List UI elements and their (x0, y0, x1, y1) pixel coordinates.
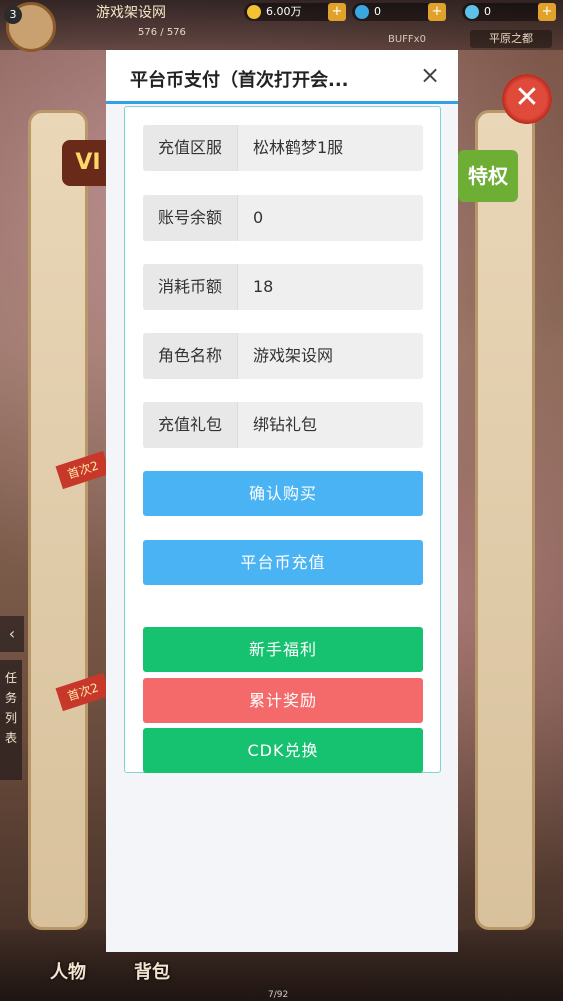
task-list-tab[interactable]: 任务列表 (0, 660, 22, 780)
dialog-title: 平台币支付（首次打开会... (130, 70, 349, 91)
platform-recharge-button[interactable]: 平台币充值 (143, 540, 423, 585)
payment-dialog: 平台币支付（首次打开会... × 充值区服 松林鹤梦1服 账号余额 0 消耗币额… (106, 50, 458, 952)
left-frame-decoration (28, 110, 88, 930)
field-value: 松林鹤梦1服 (253, 138, 344, 157)
side-arrow-icon[interactable]: ‹ (0, 616, 24, 652)
field-label: 账号余额 (143, 195, 238, 241)
privilege-button[interactable]: 特权 (458, 150, 518, 202)
page-indicator: 7/92 (268, 990, 289, 1000)
field-balance: 账号余额 0 (143, 195, 423, 241)
field-label: 充值礼包 (143, 402, 238, 448)
gold-currency: 6.00万 + (244, 3, 346, 21)
dialog-header: 平台币支付（首次打开会... × (106, 50, 458, 104)
player-name: 游戏架设网 (96, 5, 166, 21)
field-label: 消耗币额 (143, 264, 238, 310)
diamond-currency: 0 + (352, 3, 446, 21)
buff-indicator[interactable]: BUFFx0 (388, 34, 426, 45)
game-close-icon[interactable]: ✕ (502, 74, 552, 124)
player-hp: 576 / 576 (138, 27, 186, 38)
field-value: 游戏架设网 (253, 346, 334, 365)
field-value: 18 (253, 277, 274, 296)
bottom-tab-bag[interactable]: 背包 (134, 958, 170, 984)
diamond-icon (355, 5, 369, 19)
top-hud: 3 游戏架设网 576 / 576 6.00万 + 0 + 0 + BUFFx0… (0, 0, 563, 52)
zone-name: 平原之都 (470, 30, 552, 48)
field-value: 绑钻礼包 (253, 415, 318, 434)
field-value: 0 (253, 208, 264, 227)
close-icon[interactable]: × (416, 60, 444, 90)
bind-diamond-icon (465, 5, 479, 19)
right-frame-decoration (475, 110, 535, 930)
add-diamond-button[interactable]: + (428, 3, 446, 21)
field-role-name: 角色名称 游戏架设网 (143, 333, 423, 379)
add-bind-diamond-button[interactable]: + (538, 3, 556, 21)
field-cost: 消耗币额 18 (143, 264, 423, 310)
bottom-tab-character[interactable]: 人物 (50, 958, 86, 984)
newbie-benefits-button[interactable]: 新手福利 (143, 627, 423, 672)
bind-diamond-currency: 0 + (462, 3, 556, 21)
confirm-purchase-button[interactable]: 确认购买 (143, 471, 423, 516)
field-label: 充值区服 (143, 125, 238, 171)
field-server: 充值区服 松林鹤梦1服 (143, 125, 423, 171)
payment-form: 充值区服 松林鹤梦1服 账号余额 0 消耗币额 18 角色名称 游戏架设网 充值… (124, 106, 441, 773)
cdk-redeem-button[interactable]: CDK兑换 (143, 728, 423, 773)
gold-coin-icon (247, 5, 261, 19)
cumulative-rewards-button[interactable]: 累计奖励 (143, 678, 423, 723)
player-level-badge: 3 (4, 6, 22, 24)
field-label: 角色名称 (143, 333, 238, 379)
field-package: 充值礼包 绑钻礼包 (143, 402, 423, 448)
add-gold-button[interactable]: + (328, 3, 346, 21)
